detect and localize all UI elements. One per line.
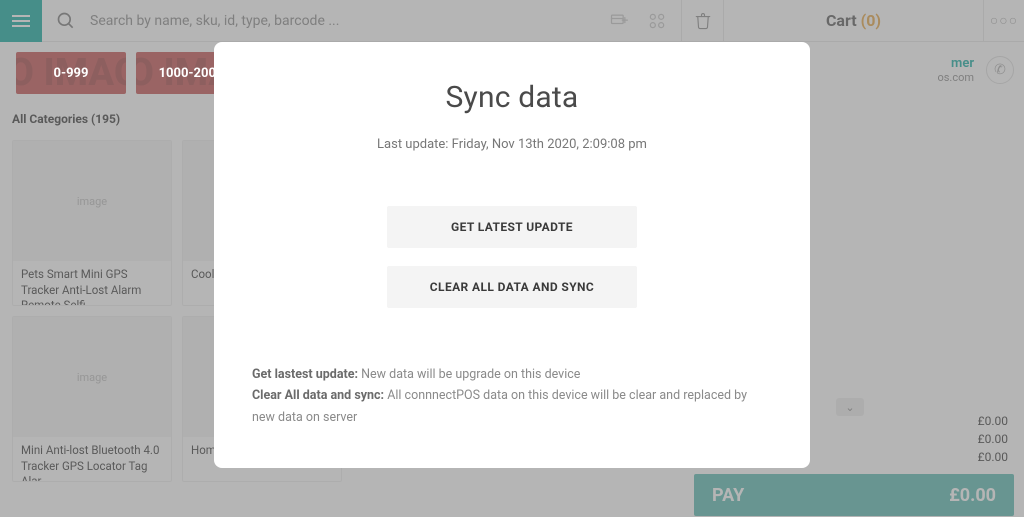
clear-all-data-button[interactable]: CLEAR ALL DATA AND SYNC: [387, 266, 637, 308]
modal-last-update: Last update: Friday, Nov 13th 2020, 2:09…: [252, 137, 772, 152]
price-chip-label: 0-999: [54, 66, 89, 81]
desc1-text: New data will be upgrade on this device: [358, 367, 580, 382]
get-latest-update-button[interactable]: GET LATEST UPADTE: [387, 206, 637, 248]
sync-data-modal: Sync data Last update: Friday, Nov 13th …: [214, 42, 810, 468]
desc1-label: Get lastest update:: [252, 367, 358, 382]
modal-description: Get lastest update: New data will be upg…: [252, 364, 772, 428]
desc2-label: Clear All data and sync:: [252, 388, 384, 403]
modal-overlay[interactable]: Sync data Last update: Friday, Nov 13th …: [0, 0, 1024, 517]
price-chip-label: 1000-2000: [159, 66, 224, 81]
modal-title: Sync data: [252, 80, 772, 115]
